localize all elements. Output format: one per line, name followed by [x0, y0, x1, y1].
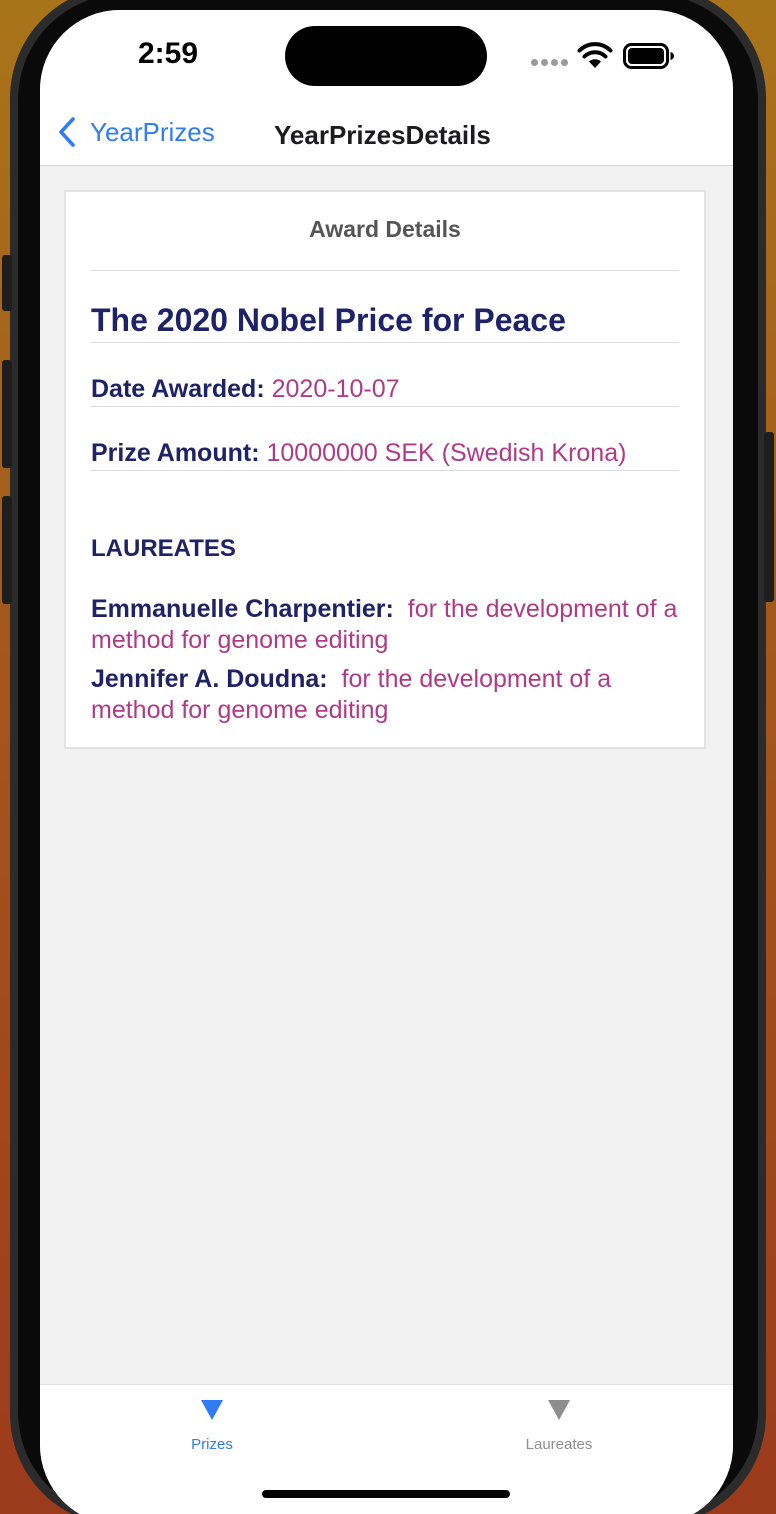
- tab-prizes[interactable]: Prizes: [132, 1399, 292, 1453]
- screen: 2:59 YearPrizes YearPrizesDetails Award …: [40, 10, 733, 1514]
- triangle-down-icon: [548, 1400, 570, 1420]
- tab-laureates[interactable]: Laureates: [479, 1399, 639, 1453]
- volume-down-button: [2, 496, 12, 604]
- date-awarded-value: 2020-10-07: [271, 375, 400, 403]
- home-indicator[interactable]: [262, 1490, 510, 1498]
- status-bar: 2:59: [40, 10, 733, 100]
- cellular-signal-icon: [531, 59, 568, 66]
- chevron-left-icon: [59, 117, 75, 147]
- tab-label: Laureates: [525, 1436, 593, 1453]
- navigation-bar: YearPrizes YearPrizesDetails: [40, 100, 733, 166]
- page-title: YearPrizesDetails: [274, 120, 491, 150]
- date-awarded-row: Date Awarded: 2020-10-07: [91, 375, 400, 404]
- back-button-label: YearPrizes: [90, 116, 215, 147]
- prize-amount-row: Prize Amount: 10000000 SEK (Swedish Kron…: [91, 439, 626, 468]
- triangle-down-icon: [201, 1400, 223, 1420]
- power-button: [764, 432, 774, 602]
- prize-amount-label: Prize Amount:: [91, 439, 260, 467]
- date-awarded-label: Date Awarded:: [91, 375, 265, 403]
- wifi-icon: [577, 42, 613, 68]
- back-button[interactable]: YearPrizes: [58, 112, 215, 152]
- tab-label: Prizes: [191, 1436, 233, 1453]
- prize-amount-value: 10000000 SEK (Swedish Krona): [266, 439, 627, 467]
- card-header: Award Details: [309, 216, 461, 242]
- volume-up-button: [2, 360, 12, 468]
- laureate-item: Jennifer A. Doudna: for the development …: [91, 664, 681, 726]
- laureates-heading: LAUREATES: [91, 535, 236, 562]
- laureate-name: Emmanuelle Charpentier:: [91, 595, 394, 623]
- laureate-name: Jennifer A. Doudna:: [91, 665, 328, 693]
- divider: [91, 406, 679, 407]
- prize-title: The 2020 Nobel Price for Peace: [91, 302, 566, 338]
- divider: [91, 342, 679, 343]
- award-details-card: Award Details The 2020 Nobel Price for P…: [64, 190, 706, 749]
- divider: [91, 270, 679, 271]
- mute-switch: [2, 255, 12, 311]
- dynamic-island: [285, 26, 487, 86]
- status-time: 2:59: [138, 37, 199, 70]
- battery-icon: [623, 43, 674, 69]
- laureate-item: Emmanuelle Charpentier: for the developm…: [91, 594, 681, 656]
- divider: [91, 470, 679, 471]
